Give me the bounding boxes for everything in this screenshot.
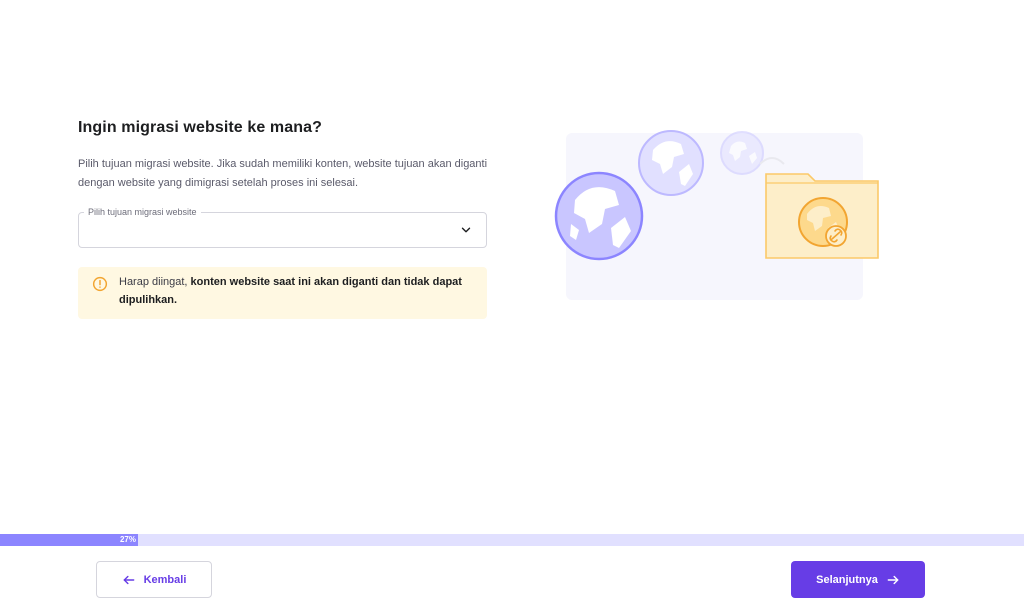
globe-icon-medium (638, 130, 704, 196)
globe-icon-large (554, 171, 644, 261)
destination-select[interactable]: Pilih tujuan migrasi website (78, 206, 487, 248)
page-description: Pilih tujuan migrasi website. Jika sudah… (78, 158, 488, 189)
arrow-right-icon (887, 575, 899, 584)
migration-page: Ingin migrasi website ke mana? Pilih tuj… (0, 0, 1024, 613)
chevron-down-icon[interactable] (459, 223, 473, 237)
back-button-label: Kembali (143, 573, 187, 586)
warning-alert: Harap diingat, konten website saat ini a… (78, 267, 487, 319)
warning-circle-icon (92, 276, 108, 292)
progress-label: 27% (119, 535, 136, 544)
globe-icon-small (720, 131, 764, 175)
next-button[interactable]: Selanjutnya (791, 561, 925, 598)
arrow-left-icon (123, 575, 134, 584)
warning-alert-text: Harap diingat, konten website saat ini a… (119, 273, 473, 309)
form-column: Ingin migrasi website ke mana? Pilih tuj… (78, 118, 487, 319)
destination-select-label: Pilih tujuan migrasi website (84, 206, 201, 218)
progress-fill: 27% (0, 534, 138, 546)
progress-bar: 27% (0, 534, 1024, 546)
warning-alert-prefix: Harap diingat, (119, 276, 191, 288)
page-title: Ingin migrasi website ke mana? (78, 119, 322, 136)
migration-illustration (554, 130, 879, 300)
back-button[interactable]: Kembali (96, 561, 212, 598)
next-button-label: Selanjutnya (816, 573, 878, 586)
